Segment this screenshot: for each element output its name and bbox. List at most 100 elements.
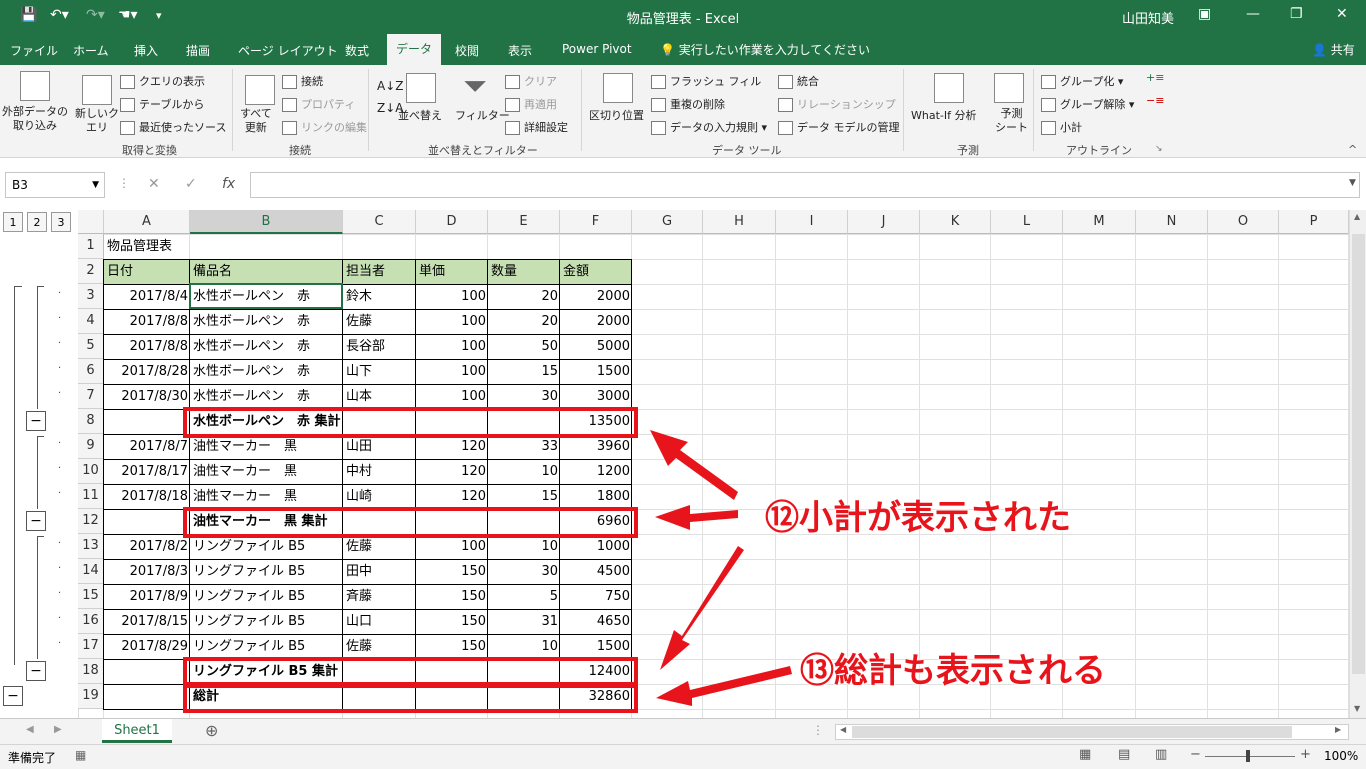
- user-name[interactable]: 山田知美: [1122, 8, 1174, 27]
- from-table-button[interactable]: テーブルから: [120, 96, 204, 112]
- minimize-icon[interactable]: —: [1246, 6, 1260, 22]
- refresh-all-button[interactable]: すべて 更新: [240, 107, 272, 135]
- page-layout-view-icon[interactable]: ▤: [1118, 747, 1130, 762]
- reapply-button[interactable]: 再適用: [505, 96, 557, 112]
- forecast-sheet-button[interactable]: 予測 シート: [995, 107, 1028, 135]
- clear-label: クリア: [524, 75, 557, 88]
- scroll-left-icon[interactable]: ◀: [840, 725, 846, 734]
- relationships-icon: [778, 98, 793, 112]
- remove-duplicates-button[interactable]: 重複の削除: [651, 96, 725, 112]
- enter-icon[interactable]: ✓: [185, 176, 197, 192]
- tab-formulas[interactable]: 数式: [345, 42, 369, 59]
- sheet-tab-sheet1[interactable]: Sheet1: [102, 719, 172, 743]
- share-button[interactable]: 👤 共有: [1312, 41, 1355, 58]
- insert-function-icon[interactable]: fx: [222, 176, 235, 192]
- tab-page-layout[interactable]: ページ レイアウト: [238, 42, 338, 59]
- normal-view-icon[interactable]: ▦: [1079, 747, 1091, 762]
- scroll-right-icon[interactable]: ▶: [1335, 725, 1341, 734]
- properties-button[interactable]: プロパティ: [282, 96, 355, 112]
- subtotal-button[interactable]: 小計: [1041, 119, 1082, 135]
- connections-button[interactable]: 接続: [282, 73, 323, 89]
- advanced-button[interactable]: 詳細設定: [505, 119, 568, 135]
- group-button[interactable]: グループ化 ▾: [1041, 73, 1123, 89]
- hide-detail-icon[interactable]: −≡: [1146, 94, 1164, 107]
- relationships-button[interactable]: リレーションシップ: [778, 96, 896, 112]
- tab-data[interactable]: データ: [387, 34, 441, 65]
- flash-fill-button[interactable]: フラッシュ フィル: [651, 73, 761, 89]
- from-table-label: テーブルから: [139, 98, 205, 111]
- ribbon: 外部データの 取り込み 新しいク エリ クエリの表示 テーブルから 最近使ったソ…: [0, 65, 1366, 158]
- recent-sources-button[interactable]: 最近使ったソース: [120, 119, 226, 135]
- recent-sources-label: 最近使ったソース: [139, 121, 227, 134]
- relationships-label: リレーションシップ: [797, 98, 896, 111]
- next-sheet-icon[interactable]: ▶: [54, 724, 62, 735]
- arrow-to-row19: [656, 666, 792, 706]
- outline-settings-icon[interactable]: ↘: [1155, 144, 1163, 154]
- ribbon-display-icon[interactable]: ▣: [1198, 6, 1211, 22]
- ungroup-button[interactable]: グループ解除 ▾: [1041, 96, 1134, 112]
- status-ready: 準備完了: [8, 751, 57, 765]
- show-queries-button[interactable]: クエリの表示: [120, 73, 205, 89]
- get-external-data-button[interactable]: 外部データの 取り込み: [2, 105, 68, 133]
- formula-input[interactable]: [250, 172, 1360, 198]
- new-query-button[interactable]: 新しいク エリ: [75, 107, 119, 135]
- data-model-icon: [778, 121, 793, 135]
- data-validation-button[interactable]: データの入力規則 ▾: [651, 119, 767, 135]
- new-sheet-icon[interactable]: ⊕: [205, 721, 218, 740]
- macro-record-icon[interactable]: ▦: [75, 748, 86, 762]
- sheet-tab-bar: ◀ ▶ Sheet1 ⊕ ⋮ ◀ ▶: [0, 718, 1366, 745]
- whatif-button[interactable]: What-If 分析: [911, 107, 976, 123]
- tab-file[interactable]: ファイル: [10, 42, 58, 59]
- h-scrollbar-thumb[interactable]: [852, 726, 1292, 738]
- zoom-slider-thumb[interactable]: [1246, 750, 1250, 762]
- filter-button[interactable]: フィルター: [455, 107, 510, 123]
- tab-home[interactable]: ホーム: [73, 42, 109, 59]
- chevron-down-icon[interactable]: ▼: [92, 173, 99, 197]
- zoom-in-icon[interactable]: +: [1300, 747, 1311, 762]
- whatif-icon: [934, 73, 964, 103]
- zoom-level[interactable]: 100%: [1324, 749, 1358, 763]
- text-to-columns-button[interactable]: 区切り位置: [589, 107, 644, 123]
- recent-icon: [120, 121, 135, 135]
- properties-icon: [282, 98, 297, 112]
- tab-insert[interactable]: 挿入: [134, 42, 158, 59]
- connections-label: 接続: [301, 75, 323, 88]
- tab-draw[interactable]: 描画: [186, 42, 210, 59]
- group-sort-filter: 並べ替えとフィルター: [428, 144, 538, 157]
- cancel-icon[interactable]: ✕: [148, 176, 160, 192]
- show-detail-icon[interactable]: +≡: [1146, 71, 1164, 84]
- ribbon-separator: [368, 69, 369, 151]
- tab-power-pivot[interactable]: Power Pivot: [562, 42, 632, 56]
- group-label: グループ化: [1060, 75, 1115, 88]
- expand-formula-icon[interactable]: ▼: [1349, 178, 1356, 188]
- status-bar: 準備完了 ▦ ▦ ▤ ▥ − + 100%: [0, 744, 1366, 769]
- zoom-slider[interactable]: [1205, 756, 1295, 757]
- prev-sheet-icon[interactable]: ◀: [26, 724, 34, 735]
- clear-button[interactable]: クリア: [505, 73, 557, 89]
- tab-review[interactable]: 校閲: [455, 42, 479, 59]
- validation-icon: [651, 121, 666, 135]
- restore-icon[interactable]: ❐: [1290, 6, 1303, 22]
- collapse-ribbon-icon[interactable]: ^: [1348, 143, 1357, 156]
- reapply-label: 再適用: [524, 98, 557, 111]
- arrow-to-row8: [650, 430, 738, 500]
- tell-me-search[interactable]: 💡 実行したい作業を入力してください: [660, 41, 870, 58]
- consolidate-label: 統合: [797, 75, 819, 88]
- zoom-out-icon[interactable]: −: [1190, 747, 1201, 762]
- callout-arrows: [650, 430, 792, 706]
- worksheet-grid[interactable]: 123 A B C D E F G H I J K L M N O P 1 2 3 4 5 6 7 8 9 10 11 12 13 14 1…: [0, 210, 1366, 718]
- consolidate-button[interactable]: 統合: [778, 73, 819, 89]
- tab-view[interactable]: 表示: [508, 42, 532, 59]
- close-icon[interactable]: ✕: [1336, 6, 1348, 22]
- ungroup-label: グループ解除: [1060, 98, 1126, 111]
- name-box[interactable]: B3 ▼: [5, 172, 105, 198]
- data-model-button[interactable]: データ モデルの管理: [778, 119, 900, 135]
- sort-button[interactable]: 並べ替え: [398, 107, 442, 123]
- page-break-view-icon[interactable]: ▥: [1155, 747, 1167, 762]
- remove-duplicates-label: 重複の削除: [670, 98, 725, 111]
- flash-fill-icon: [651, 75, 666, 89]
- text-to-columns-icon: [603, 73, 633, 103]
- edit-links-button[interactable]: リンクの編集: [282, 119, 367, 135]
- tab-split-icon[interactable]: ⋮: [812, 723, 824, 737]
- horizontal-scrollbar[interactable]: ◀ ▶: [835, 724, 1349, 740]
